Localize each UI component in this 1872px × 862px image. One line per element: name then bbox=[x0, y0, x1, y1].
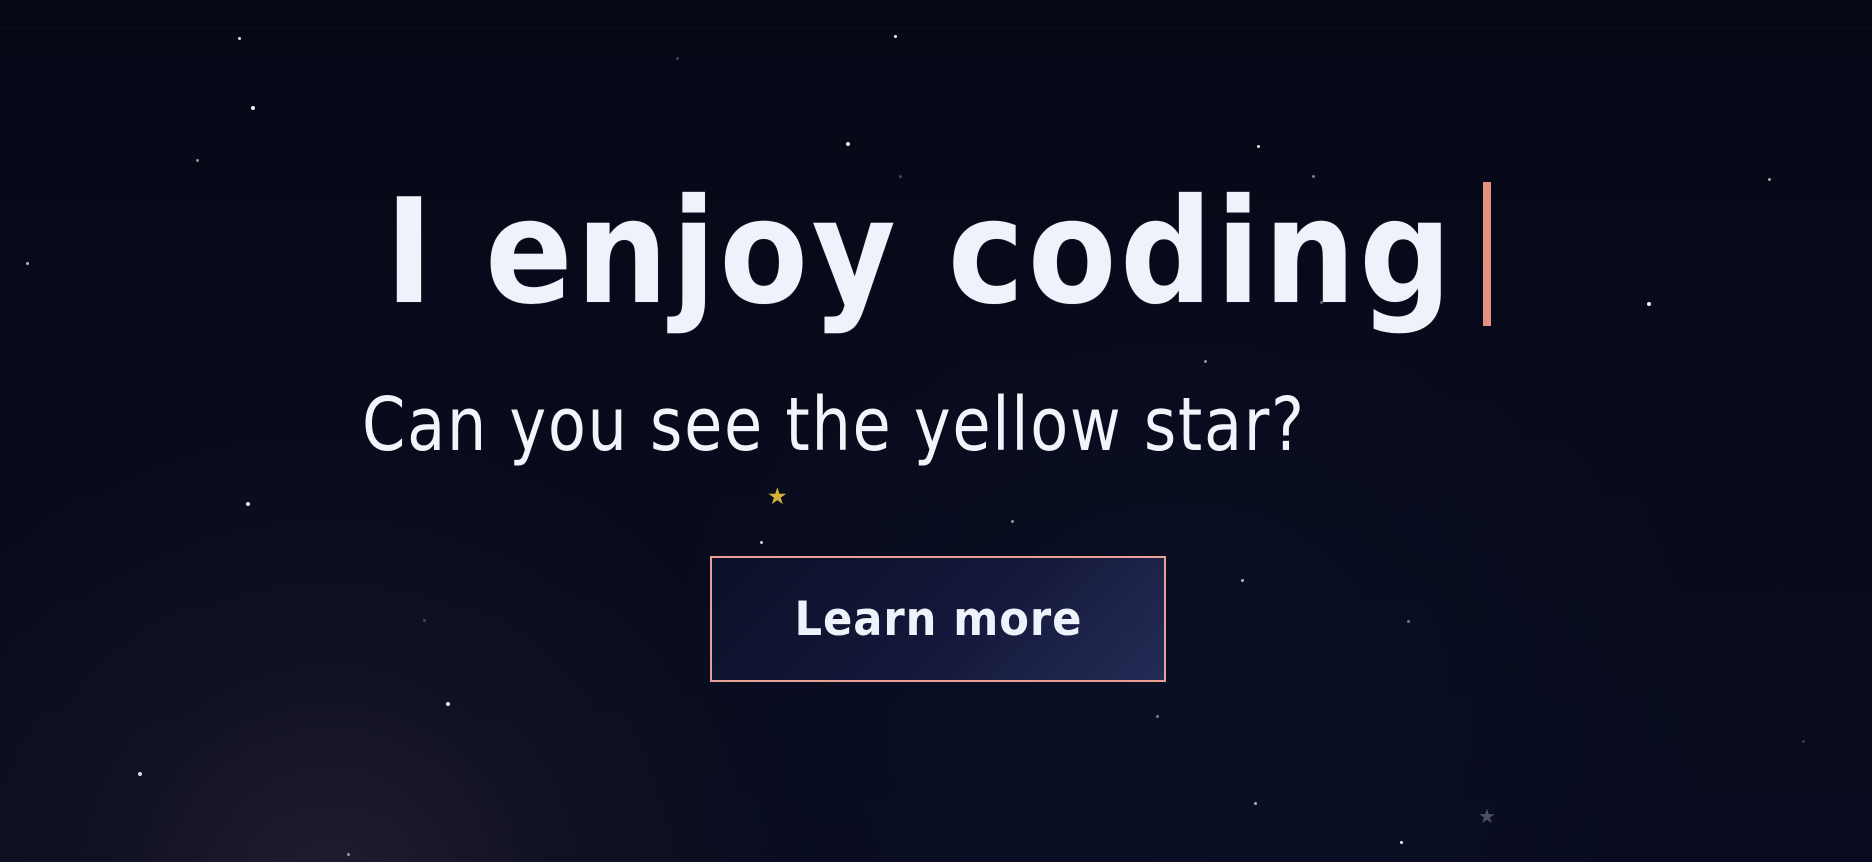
hero-section: ★ ★ I enjoy coding Can you see the yello… bbox=[0, 0, 1872, 862]
yellow-star-icon: ★ bbox=[767, 484, 788, 510]
learn-more-label: Learn more bbox=[794, 591, 1082, 647]
hero-subtitle: Can you see the yellow star? bbox=[362, 382, 1306, 468]
star-dot bbox=[1011, 520, 1014, 523]
learn-more-button[interactable]: Learn more bbox=[710, 556, 1166, 682]
star-dot bbox=[1768, 178, 1771, 181]
hero-headline: I enjoy coding bbox=[385, 168, 1456, 337]
star-dot bbox=[1407, 620, 1410, 623]
star-dot bbox=[196, 159, 199, 162]
top-divider bbox=[0, 27, 1872, 28]
star-dot bbox=[1647, 302, 1651, 306]
star-dot bbox=[138, 772, 142, 776]
star-dot bbox=[1400, 841, 1403, 844]
star-dot bbox=[238, 37, 241, 40]
star-dot bbox=[423, 619, 426, 622]
star-dot bbox=[1254, 802, 1257, 805]
star-dot bbox=[1204, 360, 1207, 363]
star-dot bbox=[446, 702, 450, 706]
star-dot bbox=[760, 541, 763, 544]
star-dot bbox=[251, 106, 255, 110]
star-dot bbox=[246, 502, 250, 506]
star-dot bbox=[894, 35, 897, 38]
star-dot bbox=[676, 57, 679, 60]
star-dot bbox=[26, 262, 29, 265]
faint-star-icon: ★ bbox=[1478, 804, 1496, 828]
star-dot bbox=[846, 142, 850, 146]
typing-caret bbox=[1483, 182, 1491, 326]
star-dot bbox=[1802, 740, 1805, 743]
star-dot bbox=[1257, 145, 1260, 148]
star-dot bbox=[1241, 579, 1244, 582]
star-dot bbox=[1156, 715, 1159, 718]
star-dot bbox=[347, 853, 350, 856]
